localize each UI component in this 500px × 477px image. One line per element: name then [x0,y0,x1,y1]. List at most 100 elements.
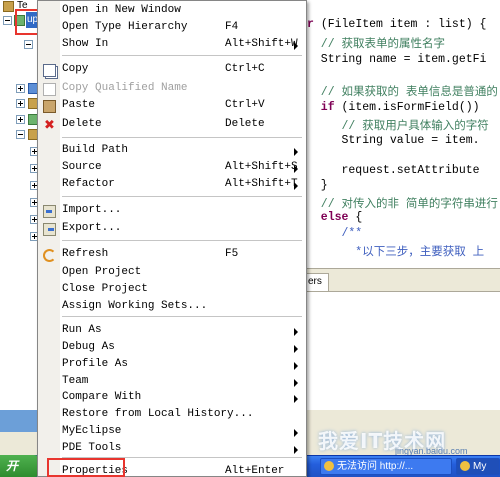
menu-item-source[interactable]: Source Alt+Shift+S [38,160,306,177]
menu-item-close-project[interactable]: Close Project [38,282,306,299]
menu-item-label: Properties [62,465,129,477]
code-token: (item.isFormField()) [334,101,480,114]
tree-row[interactable] [0,179,40,193]
view-tab[interactable]: ers [305,273,329,291]
tree-row[interactable] [0,128,40,142]
menu-separator [62,196,302,197]
menu-item-import[interactable]: Import... [38,203,306,220]
tree-row[interactable] [0,145,40,159]
tree-row[interactable] [0,213,40,227]
menu-item-refresh[interactable]: Refresh F5 [38,247,306,264]
menu-item-shortcut: Ctrl+V [225,99,265,111]
menu-separator [62,55,302,56]
taskbar-item-label: My [473,461,487,472]
menu-item-label: Run As [62,324,102,336]
menu-item-label: Team [62,375,89,387]
paste-icon [43,100,56,113]
submenu-arrow-icon [294,328,298,336]
menu-item-label: Debug As [62,341,115,353]
menu-item-assign-working-sets[interactable]: Assign Working Sets... [38,299,306,316]
menu-item-label: Show In [62,38,109,50]
expand-toggle-icon[interactable] [16,84,25,93]
expand-toggle-icon[interactable] [16,99,25,108]
submenu-arrow-icon [294,42,298,50]
code-line: // 如果获取的 表单信息是普通的 [307,83,498,99]
menu-separator [62,457,302,458]
submenu-arrow-icon [294,395,298,403]
menu-item-open-type-hierarchy[interactable]: Open Type Hierarchy F4 [38,20,306,37]
menu-item-shortcut: F4 [225,21,239,33]
menu-item-build-path[interactable]: Build Path [38,143,306,160]
menu-item-open-in-new-window[interactable]: Open in New Window [38,3,306,20]
code-token: if [307,101,335,114]
code-token: *以下三步，主要获取 上 [307,246,485,259]
taskbar-item-my[interactable]: My [456,458,500,475]
submenu-arrow-icon [294,148,298,156]
code-token: // 获取用户具体输入的字符 [307,120,489,133]
code-line: // 对传入的非 简单的字符串进行 [307,195,498,211]
menu-separator [62,137,302,138]
menu-item-label: Delete [62,118,102,130]
menu-item-compare-with[interactable]: Compare With [38,390,306,407]
menu-item-label: PDE Tools [62,442,122,454]
menu-item-shortcut: Alt+Shift+W [225,38,298,50]
tree-row[interactable] [0,230,40,244]
menu-item-copy-qualified-name: Copy Qualified Name [38,81,306,98]
menu-item-run-as[interactable]: Run As [38,323,306,340]
refresh-icon [43,249,56,262]
menu-item-copy[interactable]: Copy Ctrl+C [38,62,306,79]
menu-item-properties[interactable]: Properties Alt+Enter [38,464,306,477]
code-line: // 获取用户具体输入的字符 [307,117,489,133]
collapse-toggle-icon[interactable] [3,16,12,25]
menu-item-profile-as[interactable]: Profile As [38,357,306,374]
menu-item-show-in[interactable]: Show In Alt+Shift+W [38,37,306,54]
code-token: String value = item. [307,134,480,147]
code-line: r (FileItem item : list) { [307,18,486,31]
expand-toggle-icon[interactable] [16,115,25,124]
menu-item-restore-from-local-history[interactable]: Restore from Local History... [38,407,306,424]
menu-item-label: Paste [62,99,96,111]
code-token: (FileItem item : list) { [320,18,487,31]
menu-item-delete[interactable]: ✖ Delete Delete [38,117,306,134]
menu-item-label: Assign Working Sets... [62,300,208,312]
taskbar-item-browser[interactable]: 无法访问 http://... [320,458,452,475]
code-token: { [348,211,363,224]
code-line: String name = item.getFi [307,53,487,66]
collapse-toggle-icon[interactable] [24,40,33,49]
menu-item-shortcut: Alt+Shift+S [225,161,298,173]
tree-row[interactable] [0,196,40,210]
menu-item-export[interactable]: Export... [38,221,306,238]
submenu-arrow-icon [294,165,298,173]
code-token: // 如果获取的 表单信息是普通的 [307,86,498,99]
code-line: request.setAttribute [307,164,480,177]
menu-item-open-project[interactable]: Open Project [38,265,306,282]
menu-separator [62,316,302,317]
tree-row[interactable] [0,162,40,176]
code-editor[interactable]: r (FileItem item : list) { // 获取表单的属性名字 … [305,0,500,268]
menu-item-refactor[interactable]: Refactor Alt+Shift+T [38,177,306,194]
menu-item-debug-as[interactable]: Debug As [38,340,306,357]
code-token: r [307,18,321,31]
menu-item-team[interactable]: Team [38,374,306,391]
code-line: /** [307,227,363,240]
tree-row[interactable] [0,97,40,111]
tree-row[interactable] [0,38,40,52]
menu-item-paste[interactable]: Paste Ctrl+V [38,98,306,115]
code-line: // 获取表单的属性名字 [307,35,445,51]
menu-item-myeclipse[interactable]: MyEclipse [38,424,306,441]
code-line: if (item.isFormField()) [307,101,480,114]
tree-row[interactable] [0,113,40,127]
browser-icon [324,461,334,471]
menu-item-pde-tools[interactable]: PDE Tools [38,441,306,458]
menu-separator [62,240,302,241]
project-explorer: Te up [0,0,40,410]
collapse-toggle-icon[interactable] [16,130,25,139]
tree-row[interactable] [0,82,40,96]
context-menu: Open in New Window Open Type Hierarchy F4 S… [37,0,307,477]
copy-icon [43,64,56,77]
menu-item-shortcut: F5 [225,248,239,260]
menu-item-label: Source [62,161,102,173]
menu-item-label: Open Project [62,266,142,278]
copy-qualified-name-icon [43,83,56,96]
code-token: } [307,179,328,192]
